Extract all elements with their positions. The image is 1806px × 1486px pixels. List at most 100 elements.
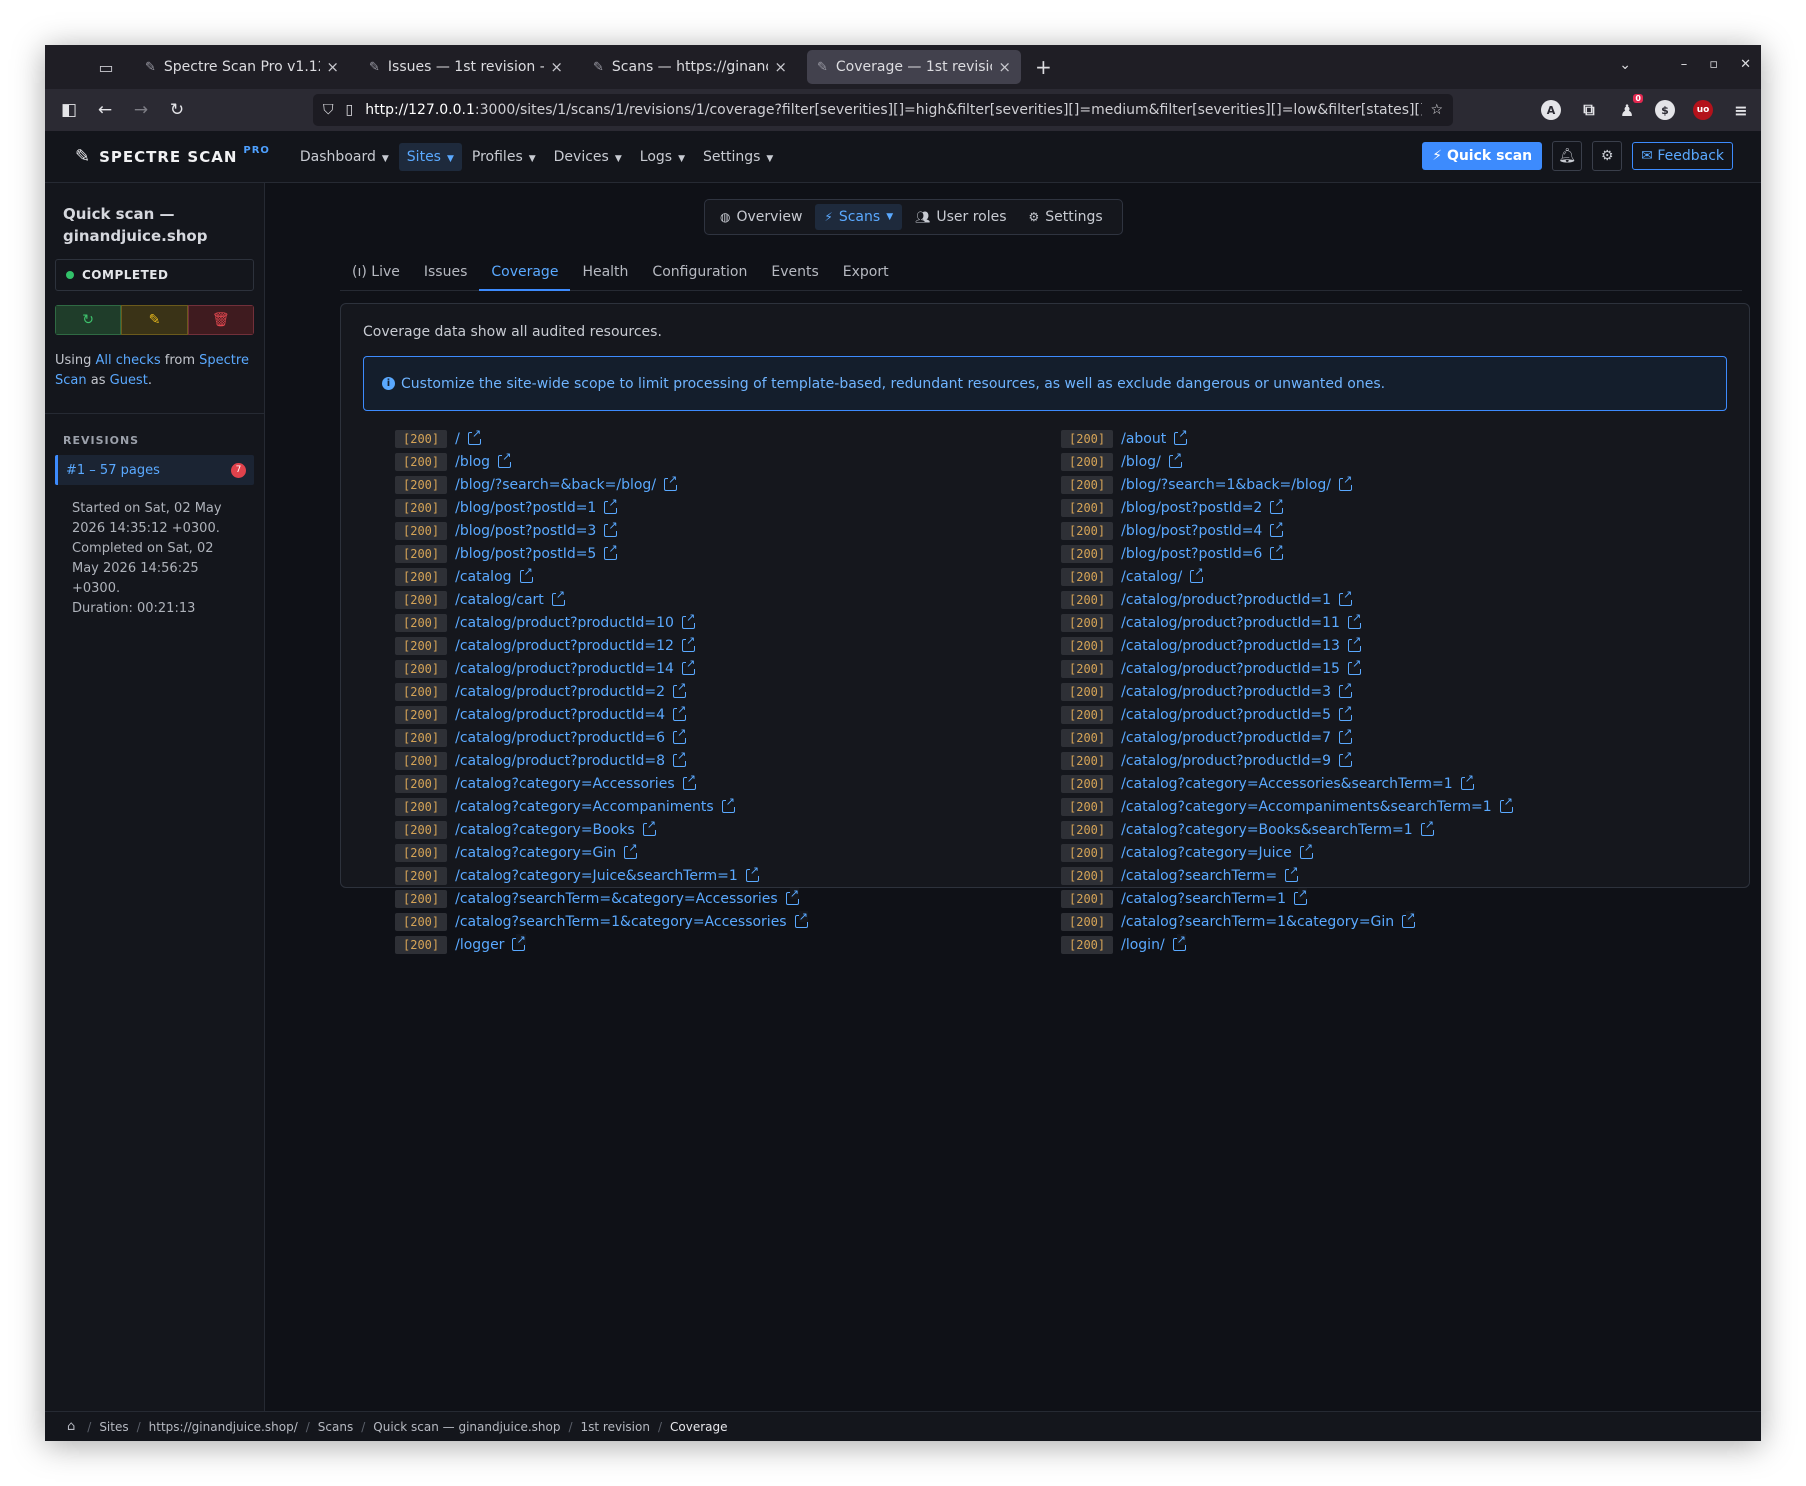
new-tab-plus-icon[interactable]: + [1035,55,1052,79]
theme-settings-icon[interactable]: ⚙ [1592,141,1623,171]
external-link-icon[interactable] [673,727,687,744]
resource-link[interactable]: /catalog/product?productId=7 [1121,730,1331,746]
notification-extension-icon[interactable]: ♟ 0 [1617,94,1643,120]
forward-arrow-icon[interactable]: → [123,100,159,120]
external-link-icon[interactable] [721,796,735,813]
external-link-icon[interactable] [1190,566,1204,583]
checks-link[interactable]: All checks [96,353,161,368]
external-link-icon[interactable] [642,819,656,836]
external-link-icon[interactable] [785,888,799,905]
resource-link[interactable]: /catalog?searchTerm=1 [1121,891,1286,907]
home-icon[interactable]: ⌂ [67,1419,75,1434]
external-link-icon[interactable] [1499,796,1513,813]
resource-link[interactable]: /catalog/product?productId=9 [1121,753,1331,769]
resource-link[interactable]: /about [1121,431,1166,447]
resource-link[interactable]: /catalog [455,569,511,585]
delete-scan-button[interactable]: 🗑︎ [187,305,254,335]
resource-link[interactable]: /catalog/product?productId=1 [1121,592,1331,608]
sync-extension-icon[interactable]: $ [1655,100,1675,120]
resource-link[interactable]: /blog/?search=&back=/blog/ [455,477,656,493]
external-link-icon[interactable] [1339,750,1353,767]
resource-link[interactable]: /catalog/ [1121,569,1182,585]
url-bar[interactable]: ⛉ ▯ http://127.0.0.1:3000/sites/1/scans/… [313,94,1453,126]
breadcrumb-site-url[interactable]: https://ginandjuice.shop/ [149,1420,298,1434]
close-icon[interactable]: × [326,58,339,76]
external-link-icon[interactable] [512,934,526,951]
resource-link[interactable]: /blog/post?postId=3 [455,523,596,539]
external-link-icon[interactable] [1270,543,1284,560]
revision-item[interactable]: #1 – 57 pages 7 [55,455,254,485]
menu-logs[interactable]: Logs ▼ [632,143,693,171]
resource-link[interactable]: /catalog?category=Accessories [455,776,674,792]
resource-link[interactable]: /catalog?category=Books&searchTerm=1 [1121,822,1413,838]
resource-link[interactable]: /catalog/product?productId=11 [1121,615,1340,631]
resource-link[interactable]: /catalog?category=Accompaniments [455,799,714,815]
resource-link[interactable]: /catalog/product?productId=13 [1121,638,1340,654]
close-icon[interactable]: × [998,58,1011,76]
external-link-icon[interactable] [681,658,696,675]
brand-logo[interactable]: ✎ SPECTRE SCAN PRO [75,145,270,167]
external-link-icon[interactable] [1460,773,1474,790]
breadcrumb-scans[interactable]: Scans [318,1420,353,1434]
resource-link[interactable]: /blog/post?postId=5 [455,546,596,562]
resource-link[interactable]: /catalog?searchTerm=&category=Accessorie… [455,891,778,907]
nav-scans[interactable]: ⚡ Scans ▼ [815,204,903,230]
resource-link[interactable]: /catalog/product?productId=6 [455,730,665,746]
external-link-icon[interactable] [1172,934,1186,951]
external-link-icon[interactable] [1339,681,1353,698]
browser-tab-1[interactable]: ✎ Spectre Scan Pro v1.12 × [135,50,349,84]
tab-coverage[interactable]: Coverage [479,255,571,291]
resource-link[interactable]: /blog/ [1121,454,1161,470]
feedback-button[interactable]: ✉ Feedback [1632,142,1733,170]
resource-link[interactable]: /catalog/product?productId=3 [1121,684,1331,700]
maximize-icon[interactable]: ▫ [1709,57,1718,72]
chevron-down-icon[interactable]: ⌄ [1619,57,1631,73]
resource-link[interactable]: /catalog/product?productId=8 [455,753,665,769]
close-window-icon[interactable]: ✕ [1740,57,1751,72]
browser-tab-3[interactable]: ✎ Scans — https://ginandjuic × [583,50,797,84]
resource-link[interactable]: /catalog/product?productId=14 [455,661,674,677]
breadcrumb-scan[interactable]: Quick scan — ginandjuice.shop [373,1420,560,1434]
external-link-icon[interactable] [1347,612,1362,629]
url-text[interactable]: http://127.0.0.1:3000/sites/1/scans/1/re… [365,102,1422,118]
resource-link[interactable]: /blog/post?postId=2 [1121,500,1262,516]
external-link-icon[interactable] [1338,474,1353,491]
external-link-icon[interactable] [1174,428,1188,445]
menu-dashboard[interactable]: Dashboard ▼ [292,143,397,171]
external-link-icon[interactable] [664,474,678,491]
resource-link[interactable]: /catalog?category=Juice&searchTerm=1 [455,868,738,884]
resource-link[interactable]: /catalog?category=Books [455,822,635,838]
repeat-scan-button[interactable]: ↻ [55,305,122,335]
resource-link[interactable]: /catalog/product?productId=4 [455,707,665,723]
external-link-icon[interactable] [1299,842,1313,859]
resource-link[interactable]: / [455,431,460,447]
resource-link[interactable]: /catalog?category=Juice [1121,845,1292,861]
extensions-puzzle-icon[interactable]: ⧉ [1579,100,1599,120]
menu-devices[interactable]: Devices ▼ [546,143,630,171]
nav-settings[interactable]: ⚙ Settings [1020,204,1112,230]
resource-link[interactable]: /catalog?searchTerm=1&category=Accessori… [455,914,786,930]
breadcrumb-revision[interactable]: 1st revision [581,1420,650,1434]
account-a-icon[interactable]: A [1541,100,1561,120]
back-arrow-icon[interactable]: ← [87,100,123,120]
resource-link[interactable]: /catalog?category=Gin [455,845,616,861]
tab-events[interactable]: Events [759,255,830,290]
tab-list-icon[interactable]: ▭ [87,58,125,77]
breadcrumb-sites[interactable]: Sites [99,1420,128,1434]
resource-link[interactable]: /catalog/product?productId=10 [455,615,674,631]
external-link-icon[interactable] [498,451,512,468]
external-link-icon[interactable] [604,497,618,514]
menu-settings[interactable]: Settings ▼ [695,143,781,171]
external-link-icon[interactable] [794,911,808,928]
shield-icon[interactable]: ⛉ [323,102,334,118]
resource-link[interactable]: /blog/post?postId=1 [455,500,596,516]
alert-text[interactable]: Customize the site-wide scope to limit p… [401,376,1385,392]
notifications-bell-icon[interactable]: 🔔︎ [1552,141,1583,171]
external-link-icon[interactable] [624,842,638,859]
external-link-icon[interactable] [1347,658,1362,675]
external-link-icon[interactable] [681,635,696,652]
resource-link[interactable]: /catalog?searchTerm= [1121,868,1277,884]
external-link-icon[interactable] [1285,865,1299,882]
external-link-icon[interactable] [604,543,618,560]
menu-profiles[interactable]: Profiles ▼ [464,143,544,171]
